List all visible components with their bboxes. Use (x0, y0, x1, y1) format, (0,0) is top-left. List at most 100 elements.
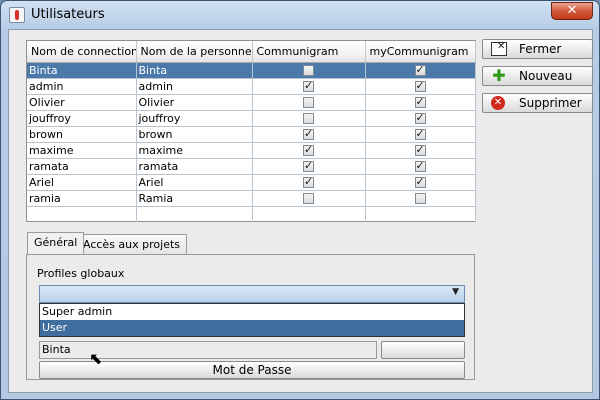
cell-communigram (252, 158, 366, 175)
nouveau-label: Nouveau (519, 69, 573, 83)
close-icon: ✕ (566, 3, 578, 18)
cell-login[interactable]: ramia (27, 190, 137, 207)
option-user[interactable]: User (40, 320, 464, 336)
cell-login[interactable]: Olivier (27, 94, 137, 111)
cell-login[interactable]: Binta (27, 62, 137, 79)
column-header-communigram[interactable]: Communigram (252, 41, 366, 63)
communigram-checkbox[interactable] (303, 193, 314, 204)
dialog-content: Nom de connection Nom de la personne Com… (8, 29, 593, 393)
cell-login[interactable]: jouffroy (27, 110, 137, 127)
cell-mycommunigram (365, 190, 476, 207)
cell-name[interactable]: Ramia (136, 190, 253, 207)
communigram-checkbox[interactable] (303, 175, 314, 188)
profiles-combobox[interactable]: ▼ (39, 285, 465, 303)
mycommunigram-checkbox[interactable] (414, 143, 426, 156)
cell-communigram (252, 62, 366, 79)
table-row[interactable]: brown brown (27, 126, 476, 143)
table-row[interactable]: maxime maxime (27, 142, 476, 159)
empty-cell (365, 206, 476, 222)
cell-login[interactable]: ramata (27, 158, 137, 175)
column-header-name[interactable]: Nom de la personne (136, 41, 253, 63)
mycommunigram-checkbox[interactable] (414, 159, 426, 172)
tab-general[interactable]: Général (27, 232, 85, 254)
plus-icon: ✚ (492, 66, 506, 85)
mycommunigram-checkbox[interactable] (414, 63, 426, 76)
window-title: Utilisateurs (31, 7, 105, 22)
table-row[interactable]: Binta Binta (27, 62, 476, 79)
cell-mycommunigram (365, 126, 476, 143)
communigram-checkbox[interactable] (303, 97, 314, 108)
cell-communigram (252, 126, 366, 143)
table-row[interactable]: Ariel Ariel (27, 174, 476, 191)
empty-cell (252, 206, 366, 222)
communigram-checkbox[interactable] (303, 143, 314, 156)
cell-name[interactable]: brown (136, 126, 253, 143)
mycommunigram-checkbox[interactable] (414, 111, 426, 124)
table-row[interactable]: Olivier Olivier (27, 94, 476, 111)
cell-mycommunigram (365, 78, 476, 95)
cell-name[interactable]: Olivier (136, 94, 253, 111)
mycommunigram-checkbox[interactable] (414, 193, 426, 204)
password-button[interactable]: Mot de Passe (39, 361, 465, 379)
java-app-icon (9, 7, 25, 23)
cell-name[interactable]: admin (136, 78, 253, 95)
table-body: BintaBintaadminadminOlivierOlivierjouffr… (27, 62, 476, 222)
mycommunigram-checkbox[interactable] (414, 127, 426, 140)
cell-login[interactable]: maxime (27, 142, 137, 159)
users-window: Utilisateurs ✕ Nom de connection Nom de … (0, 0, 600, 400)
cell-communigram (252, 78, 366, 95)
mouse-cursor-icon: ⬉ (89, 349, 103, 368)
cell-mycommunigram (365, 110, 476, 127)
communigram-checkbox[interactable] (303, 79, 314, 92)
communigram-checkbox[interactable] (303, 65, 314, 76)
delete-icon: ✕ (491, 96, 505, 110)
cell-name[interactable]: Ariel (136, 174, 253, 191)
table-header-row: Nom de connection Nom de la personne Com… (27, 41, 476, 63)
cell-mycommunigram (365, 142, 476, 159)
tab-acces-projets[interactable]: Accès aux projets (76, 234, 188, 254)
table-row[interactable]: admin admin (27, 78, 476, 95)
cell-mycommunigram (365, 94, 476, 111)
supprimer-button[interactable]: ✕ Supprimer (482, 93, 593, 113)
communigram-checkbox[interactable] (303, 113, 314, 124)
empty-row (27, 206, 476, 222)
cell-mycommunigram (365, 62, 476, 79)
mycommunigram-checkbox[interactable] (414, 79, 426, 92)
fermer-button[interactable]: Fermer (482, 39, 593, 59)
dropdown-arrow-icon[interactable]: ▼ (452, 287, 459, 297)
cell-login[interactable]: brown (27, 126, 137, 143)
cell-name[interactable]: jouffroy (136, 110, 253, 127)
cell-mycommunigram (365, 158, 476, 175)
option-super-admin[interactable]: Super admin (40, 304, 464, 320)
cell-communigram (252, 174, 366, 191)
cell-communigram (252, 94, 366, 111)
cell-name[interactable]: ramata (136, 158, 253, 175)
table-row[interactable]: ramata ramata (27, 158, 476, 175)
cell-name[interactable]: maxime (136, 142, 253, 159)
profiles-label: Profiles globaux (37, 267, 125, 280)
cell-mycommunigram (365, 174, 476, 191)
users-table: Nom de connection Nom de la personne Com… (26, 40, 476, 222)
communigram-checkbox[interactable] (303, 159, 314, 172)
cell-communigram (252, 142, 366, 159)
nouveau-button[interactable]: ✚ Nouveau (482, 66, 593, 86)
cell-login[interactable]: admin (27, 78, 137, 95)
cell-name[interactable]: Binta (136, 62, 253, 79)
general-tab-panel: Profiles globaux ▼ Super admin User ⬉ Bi… (26, 254, 475, 380)
window-close-button[interactable]: ✕ (551, 2, 593, 20)
title-bar[interactable]: Utilisateurs ✕ (1, 1, 599, 29)
fermer-label: Fermer (519, 42, 562, 56)
cell-login[interactable]: Ariel (27, 174, 137, 191)
table-row[interactable]: ramia Ramia (27, 190, 476, 207)
column-header-login[interactable]: Nom de connection (27, 41, 137, 63)
supprimer-label: Supprimer (519, 96, 582, 110)
window-close-icon (491, 41, 507, 56)
table-row[interactable]: jouffroy jouffroy (27, 110, 476, 127)
empty-cell (136, 206, 253, 222)
cell-communigram (252, 190, 366, 207)
blank-button[interactable] (381, 341, 465, 359)
mycommunigram-checkbox[interactable] (414, 175, 426, 188)
column-header-mycommunigram[interactable]: myCommunigram (365, 41, 476, 63)
mycommunigram-checkbox[interactable] (414, 95, 426, 108)
communigram-checkbox[interactable] (303, 127, 314, 140)
